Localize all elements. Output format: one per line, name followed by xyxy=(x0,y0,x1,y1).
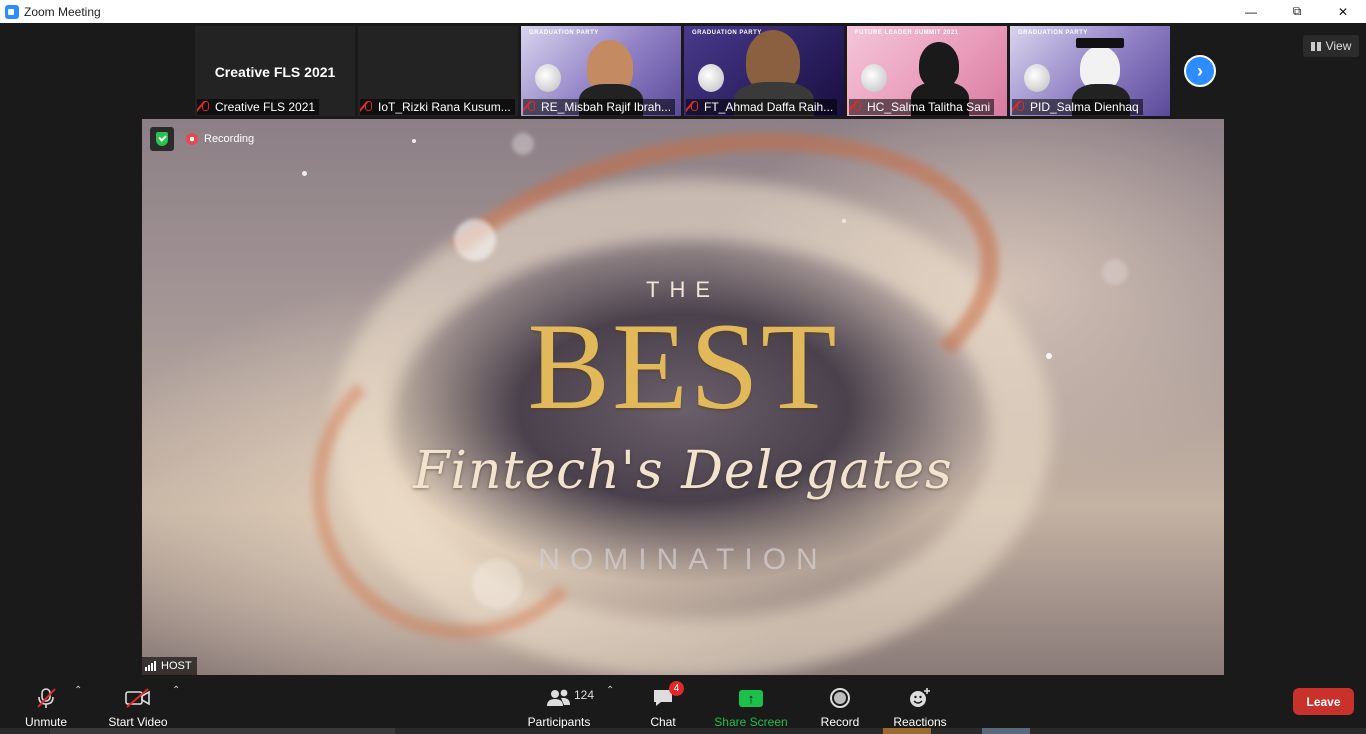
mascot-image xyxy=(861,64,887,92)
tile-header-text: FUTURE LEADER SUMMIT 2021 xyxy=(855,30,959,36)
graduation-cap-image xyxy=(1076,38,1124,48)
sparkle-dot xyxy=(302,171,307,176)
participant-name: RE_Misbah Rajif Ibrah... xyxy=(541,100,672,114)
meeting-toolbar: Unmute ⌃ Start Video ⌃ 124 Participants … xyxy=(0,675,1366,734)
audio-options-caret-icon[interactable]: ⌃ xyxy=(74,685,82,696)
participants-options-caret-icon[interactable]: ⌃ xyxy=(606,685,614,696)
reactions-label: Reactions xyxy=(893,715,947,729)
host-badge: HOST xyxy=(142,657,197,675)
participants-icon: 124 xyxy=(546,687,594,709)
recording-label: Recording xyxy=(204,133,255,145)
reactions-button[interactable]: Reactions xyxy=(892,681,948,729)
slide-title-nomination: NOMINATION xyxy=(538,543,828,576)
participant-name: Creative FLS 2021 xyxy=(215,100,316,114)
chat-icon: 4 xyxy=(652,681,684,709)
participant-label: FT_Ahmad Daffa Raih... xyxy=(686,99,838,115)
share-screen-label: Share Screen xyxy=(714,715,788,729)
participants-button[interactable]: 124 Participants xyxy=(526,681,594,729)
video-off-icon xyxy=(124,687,152,709)
record-icon xyxy=(830,687,850,709)
sparkle-dot xyxy=(412,139,416,143)
participant-tile[interactable]: GRADUATION PARTY RE_Misbah Rajif Ibrah..… xyxy=(521,26,681,116)
zoom-app-icon xyxy=(5,4,19,19)
sparkle-dot xyxy=(842,219,846,223)
participant-label: RE_Misbah Rajif Ibrah... xyxy=(523,99,676,115)
security-shield-icon[interactable] xyxy=(150,127,174,151)
window-title: Zoom Meeting xyxy=(24,4,101,19)
chat-button[interactable]: 4 Chat xyxy=(643,681,684,729)
start-video-button[interactable]: Start Video xyxy=(106,681,170,729)
participants-count: 124 xyxy=(574,688,595,702)
tile-header-text: GRADUATION PARTY xyxy=(529,30,599,36)
participant-label: HC_Salma Talitha Sani xyxy=(849,99,995,115)
participant-name: HC_Salma Talitha Sani xyxy=(867,100,991,114)
bokeh-light xyxy=(454,219,496,261)
restore-button[interactable]: ⧉ xyxy=(1274,0,1320,23)
mascot-image xyxy=(1024,64,1050,92)
participants-label: Participants xyxy=(527,715,591,729)
tile-header-text: GRADUATION PARTY xyxy=(1018,30,1088,36)
taskbar-segment xyxy=(982,728,1030,734)
view-button[interactable]: View xyxy=(1303,35,1359,57)
recording-icon xyxy=(186,133,198,145)
taskbar-segment xyxy=(50,728,395,734)
chat-badge: 4 xyxy=(669,681,684,696)
chevron-right-icon: › xyxy=(1197,60,1203,81)
unmute-label: Unmute xyxy=(24,715,68,729)
grid-view-icon xyxy=(1310,41,1321,51)
reactions-icon xyxy=(908,687,932,709)
participant-tile[interactable]: FUTURE LEADER SUMMIT 2021 HC_Salma Talit… xyxy=(847,26,1007,116)
minimize-button[interactable]: — xyxy=(1228,0,1274,23)
participant-label: Creative FLS 2021 xyxy=(197,99,320,115)
host-label: HOST xyxy=(161,660,192,672)
chat-label: Chat xyxy=(650,715,676,729)
share-screen-icon: ↑ xyxy=(739,687,763,709)
participant-name: IoT_Rizki Rana Kusum... xyxy=(378,100,511,114)
video-options-caret-icon[interactable]: ⌃ xyxy=(172,685,180,696)
participant-name: PID_Salma Dienhaq xyxy=(1030,100,1139,114)
bokeh-light xyxy=(512,133,534,155)
slide-title-subtitle: Fintech's Delegates xyxy=(413,441,953,501)
participant-tile[interactable]: GRADUATION PARTY FT_Ahmad Daffa Raih... xyxy=(684,26,844,116)
view-label: View xyxy=(1325,39,1352,53)
record-button[interactable]: Record xyxy=(818,681,862,729)
recording-indicator[interactable]: Recording xyxy=(186,131,254,147)
taskbar-segment xyxy=(883,728,931,734)
close-button[interactable]: ✕ xyxy=(1320,0,1366,23)
window-controls: — ⧉ ✕ xyxy=(1228,0,1366,23)
mascot-image xyxy=(535,64,561,92)
participant-tile[interactable]: IoT_Rizki Rana Kusum... xyxy=(358,26,518,116)
share-screen-button[interactable]: ↑ Share Screen xyxy=(714,681,788,729)
slide-title-best: BEST xyxy=(527,298,839,435)
tile-header-text: GRADUATION PARTY xyxy=(692,30,762,36)
signal-strength-icon xyxy=(145,661,156,671)
mascot-image xyxy=(698,64,724,92)
record-label: Record xyxy=(820,715,860,729)
gallery-strip: Creative FLS 2021 Creative FLS 2021 IoT_… xyxy=(0,23,1366,118)
taskbar-strip xyxy=(0,728,1366,734)
muted-microphone-icon xyxy=(35,687,57,709)
leave-button[interactable]: Leave xyxy=(1293,688,1354,715)
participant-tile[interactable]: GRADUATION PARTY PID_Salma Dienhaq xyxy=(1010,26,1170,116)
participant-name: FT_Ahmad Daffa Raih... xyxy=(704,100,834,114)
participant-label: IoT_Rizki Rana Kusum... xyxy=(360,99,515,115)
next-page-button[interactable]: › xyxy=(1184,55,1216,87)
window-titlebar: Zoom Meeting — ⧉ ✕ xyxy=(0,0,1366,23)
participant-display-name: Creative FLS 2021 xyxy=(214,64,336,80)
unmute-button[interactable]: Unmute xyxy=(20,681,72,729)
participant-tile[interactable]: Creative FLS 2021 Creative FLS 2021 xyxy=(195,26,355,116)
start-video-label: Start Video xyxy=(108,715,168,729)
main-video-view[interactable]: THE BEST Fintech's Delegates NOMINATION … xyxy=(142,119,1224,675)
participant-label: PID_Salma Dienhaq xyxy=(1012,99,1143,115)
